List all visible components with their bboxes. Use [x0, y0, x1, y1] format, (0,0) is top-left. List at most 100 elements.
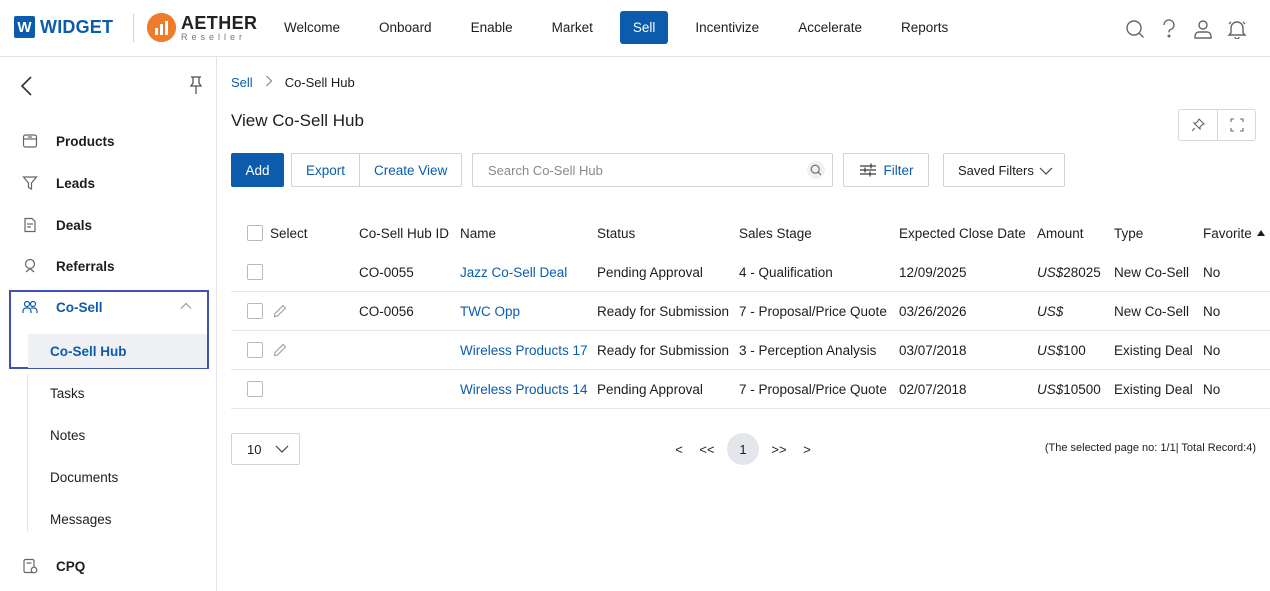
sidebar-item-cpq[interactable]: CPQ: [0, 549, 216, 583]
sidebar-subitem-co-sell-hub[interactable]: Co-Sell Hub: [28, 334, 207, 368]
next-page-button[interactable]: >: [796, 433, 818, 465]
main-nav: Welcome Onboard Enable Market Sell Incen…: [272, 11, 975, 44]
column-header-type[interactable]: Type: [1114, 213, 1143, 253]
edit-pencil-icon[interactable]: [273, 304, 287, 318]
sidebar-item-referrals[interactable]: Referrals: [0, 249, 216, 283]
prev-page-button[interactable]: <: [668, 433, 690, 465]
last-page-button[interactable]: >>: [768, 433, 790, 465]
breadcrumb-sell-link[interactable]: Sell: [231, 75, 253, 90]
nav-accelerate[interactable]: Accelerate: [786, 11, 874, 44]
sidebar-item-products[interactable]: Products: [0, 124, 216, 158]
chevron-down-icon: [1039, 167, 1053, 175]
amount-value: 10500: [1063, 381, 1101, 397]
breadcrumb-chevron-icon: [265, 75, 273, 90]
search-input[interactable]: [473, 154, 793, 186]
page-actions: [1178, 109, 1256, 141]
collapse-back-icon[interactable]: [18, 75, 38, 97]
aether-logo-name: AETHER: [181, 12, 258, 33]
pin-sidebar-icon[interactable]: [188, 75, 204, 95]
fullscreen-icon[interactable]: [1217, 110, 1255, 140]
search-box: [472, 153, 833, 187]
sidebar-subitem-documents[interactable]: Documents: [28, 460, 208, 494]
nav-sell[interactable]: Sell: [619, 11, 669, 44]
cell-status: Pending Approval: [597, 381, 703, 397]
saved-filters-dropdown[interactable]: Saved Filters: [943, 153, 1065, 187]
nav-incentivize[interactable]: Incentivize: [683, 11, 771, 44]
nav-reports[interactable]: Reports: [889, 11, 960, 44]
column-header-name[interactable]: Name: [460, 213, 496, 253]
column-header-id[interactable]: Co-Sell Hub ID: [359, 213, 449, 253]
create-view-button[interactable]: Create View: [359, 154, 461, 186]
edit-pencil-icon[interactable]: [273, 343, 287, 357]
cell-type: Existing Deal: [1114, 381, 1193, 397]
sidebar-item-deals[interactable]: Deals: [0, 208, 216, 242]
row-checkbox[interactable]: [247, 381, 263, 397]
nav-onboard[interactable]: Onboard: [367, 11, 444, 44]
add-button[interactable]: Add: [231, 153, 284, 187]
leads-funnel-icon: [22, 175, 38, 191]
chevron-up-icon[interactable]: [180, 300, 192, 312]
cell-name-link[interactable]: Wireless Products 17: [460, 331, 588, 369]
search-icon[interactable]: [807, 161, 825, 179]
select-all-checkbox[interactable]: [247, 225, 263, 241]
cell-name-link[interactable]: Jazz Co-Sell Deal: [460, 253, 567, 291]
cell-close-date: 02/07/2018: [899, 381, 967, 397]
cell-amount: US$ 100: [1037, 331, 1086, 369]
row-select-cell: [247, 370, 263, 408]
cell-amount: US$: [1037, 292, 1063, 330]
column-header-favorite[interactable]: Favorite: [1203, 213, 1265, 253]
table-row: Wireless Products 14 Pending Approval 7 …: [231, 370, 1270, 409]
user-icon[interactable]: [1190, 16, 1216, 42]
filter-button[interactable]: Filter: [843, 153, 929, 187]
first-page-button[interactable]: <<: [696, 433, 718, 465]
page-size-select[interactable]: 10: [231, 433, 300, 465]
toolbar: Add Export Create View Filter Saved Filt…: [231, 153, 1261, 187]
sort-ascending-icon: [1256, 230, 1265, 236]
cell-sales-stage: 4 - Qualification: [739, 264, 833, 280]
page-number-current[interactable]: 1: [727, 433, 759, 465]
cell-favorite: No: [1203, 303, 1221, 319]
co-sell-table: Select Co-Sell Hub ID Name Status Sales …: [231, 213, 1270, 409]
cell-sales-stage: 7 - Proposal/Price Quote: [739, 381, 887, 397]
cell-name-link[interactable]: TWC Opp: [460, 292, 520, 330]
sidebar-item-co-sell[interactable]: Co-Sell: [0, 290, 216, 324]
column-header-close-date[interactable]: Expected Close Date: [899, 213, 1026, 253]
currency-symbol: US$: [1037, 303, 1064, 319]
export-button[interactable]: Export: [292, 154, 359, 186]
sidebar-item-label: Leads: [56, 175, 96, 191]
nav-enable[interactable]: Enable: [459, 11, 525, 44]
column-header-select: Select: [270, 225, 308, 241]
notification-bell-icon[interactable]: [1224, 16, 1250, 42]
sidebar-subitem-notes[interactable]: Notes: [28, 418, 208, 452]
row-select-cell: [247, 253, 263, 291]
amount-value: 28025: [1063, 264, 1101, 280]
row-checkbox[interactable]: [247, 264, 263, 280]
row-checkbox[interactable]: [247, 303, 263, 319]
widget-logo[interactable]: W WIDGET: [14, 16, 113, 38]
sidebar-item-leads[interactable]: Leads: [0, 166, 216, 200]
cell-type: New Co-Sell: [1114, 303, 1190, 319]
referrals-icon: [22, 258, 38, 274]
sidebar-subitem-tasks[interactable]: Tasks: [28, 376, 208, 410]
cell-sales-stage: 7 - Proposal/Price Quote: [739, 303, 887, 319]
aether-logo-icon: [147, 13, 176, 42]
help-icon[interactable]: [1156, 16, 1182, 42]
cell-favorite: No: [1203, 342, 1221, 358]
column-header-sales-stage[interactable]: Sales Stage: [739, 213, 812, 253]
pin-page-icon[interactable]: [1179, 110, 1217, 140]
column-header-amount[interactable]: Amount: [1037, 213, 1084, 253]
aether-logo[interactable]: AETHER Reseller: [147, 13, 257, 42]
nav-welcome[interactable]: Welcome: [272, 11, 352, 44]
search-icon[interactable]: [1122, 16, 1148, 42]
sidebar-item-label: Co-Sell: [56, 299, 103, 315]
filter-sliders-icon: [859, 163, 876, 177]
aether-logo-sub: Reseller: [181, 31, 247, 42]
nav-market[interactable]: Market: [540, 11, 605, 44]
column-header-status[interactable]: Status: [597, 213, 635, 253]
cell-type: New Co-Sell: [1114, 264, 1190, 280]
row-checkbox[interactable]: [247, 342, 263, 358]
table-row: CO-0056 TWC Opp Ready for Submission 7 -…: [231, 292, 1270, 331]
sidebar-subitem-messages[interactable]: Messages: [28, 502, 208, 536]
table-row: CO-0055 Jazz Co-Sell Deal Pending Approv…: [231, 253, 1270, 292]
cell-name-link[interactable]: Wireless Products 14: [460, 370, 588, 408]
